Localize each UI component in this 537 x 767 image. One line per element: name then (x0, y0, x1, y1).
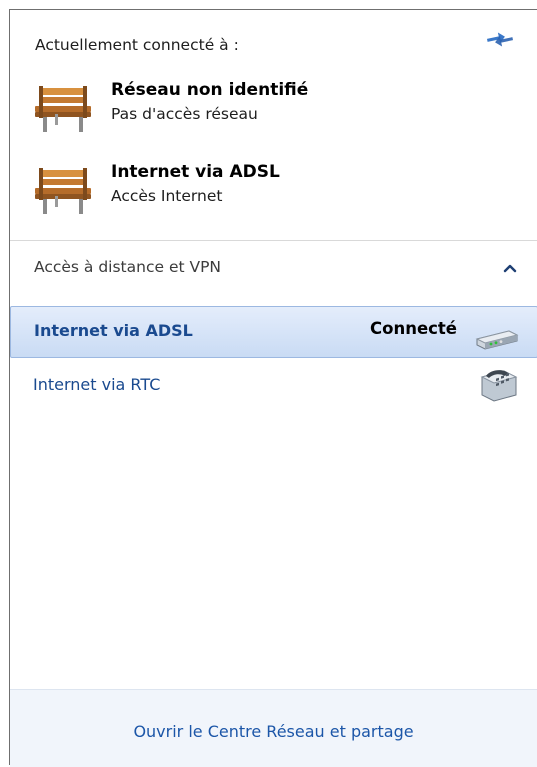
chevron-up-icon (503, 264, 517, 273)
network-bench-icon (35, 168, 91, 214)
currently-connected-label: Actuellement connecté à : (35, 36, 239, 54)
connection-status: Accès Internet (111, 187, 223, 205)
modem-icon (475, 330, 519, 350)
dialup-section-header[interactable]: Accès à distance et VPN (10, 242, 537, 298)
dialup-connection-name: Internet via RTC (33, 375, 161, 394)
collapse-section-button[interactable] (502, 261, 518, 275)
network-bench-icon (35, 86, 91, 132)
phone-modem-icon (480, 370, 518, 402)
dialup-connection-name: Internet via ADSL (34, 321, 193, 340)
dialup-section-label: Accès à distance et VPN (34, 258, 222, 276)
header-row: Actuellement connecté à : (35, 32, 517, 60)
connection-status: Pas d'accès réseau (111, 105, 258, 123)
dialup-connection-item[interactable]: Internet via ADSL Connecté (10, 306, 537, 358)
connection-state: Connecté (370, 319, 457, 338)
dialup-connection-item[interactable]: Internet via RTC (10, 361, 537, 413)
section-divider (10, 240, 537, 241)
refresh-arrows-icon (486, 32, 514, 47)
network-flyout-panel: Actuellement connecté à : Réseau non ide… (9, 9, 537, 767)
connected-network-item: Réseau non identifié Pas d'accès réseau (33, 80, 503, 138)
open-network-center-link[interactable]: Ouvrir le Centre Réseau et partage (10, 722, 537, 741)
refresh-button[interactable] (483, 28, 517, 54)
connection-name: Internet via ADSL (111, 162, 280, 182)
connection-name: Réseau non identifié (111, 80, 309, 100)
footer-bar: Ouvrir le Centre Réseau et partage (10, 689, 537, 767)
connected-network-item: Internet via ADSL Accès Internet (33, 162, 503, 220)
